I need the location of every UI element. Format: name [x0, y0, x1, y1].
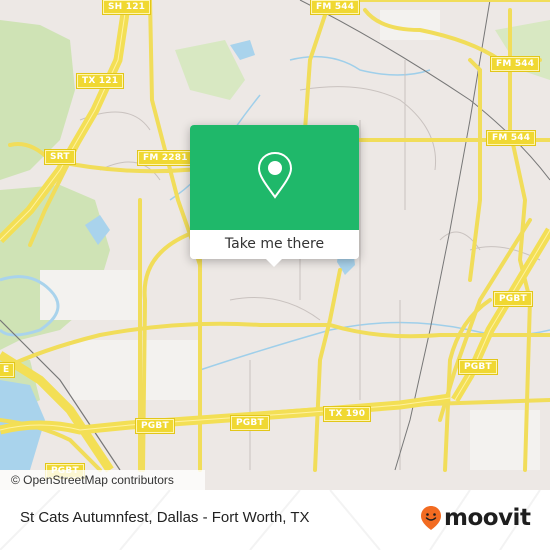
land-block	[70, 340, 200, 400]
route-shield-pgbt-left: PGBT	[135, 418, 175, 434]
route-shield-pgbt-lower: PGBT	[458, 359, 498, 375]
popup-header	[190, 125, 359, 230]
route-shield-sh-121: SH 121	[101, 0, 152, 15]
route-shield-tx-190: TX 190	[322, 406, 372, 422]
map-attribution[interactable]: © OpenStreetMap contributors	[0, 470, 205, 490]
route-shield-fm-544-mid: FM 544	[485, 130, 537, 146]
route-shield-fm-544-top: FM 544	[309, 0, 361, 15]
water	[230, 40, 255, 60]
route-shield-pgbt-center: PGBT	[230, 415, 270, 431]
creek	[199, 321, 550, 371]
place-title: St Cats Autumnfest, Dallas - Fort Worth,…	[20, 509, 310, 526]
park-area	[0, 185, 110, 350]
destination-popup: Take me there	[190, 125, 359, 267]
popup-pointer	[265, 258, 283, 267]
route-shield-tx-121: TX 121	[75, 73, 125, 89]
moovit-pin-icon	[421, 506, 441, 530]
route-shield-fm-544-right: FM 544	[489, 56, 541, 72]
route-shield-fm-2281: FM 2281	[137, 150, 194, 166]
map-view[interactable]: SH 121 TX 121 SRT FM 2281 FM 544 FM 544 …	[0, 0, 550, 490]
moovit-logo[interactable]: moovit	[420, 505, 531, 531]
route-shield-pgbt-upper: PGBT	[493, 291, 533, 307]
park-area	[495, 20, 550, 80]
route-shield-srt: SRT	[44, 149, 76, 165]
land-block	[470, 410, 540, 470]
route-shield-partial: E	[0, 362, 16, 378]
map-pin-icon	[257, 151, 293, 199]
take-me-there-button[interactable]: Take me there	[190, 230, 359, 259]
moovit-wordmark: moovit	[444, 505, 531, 531]
